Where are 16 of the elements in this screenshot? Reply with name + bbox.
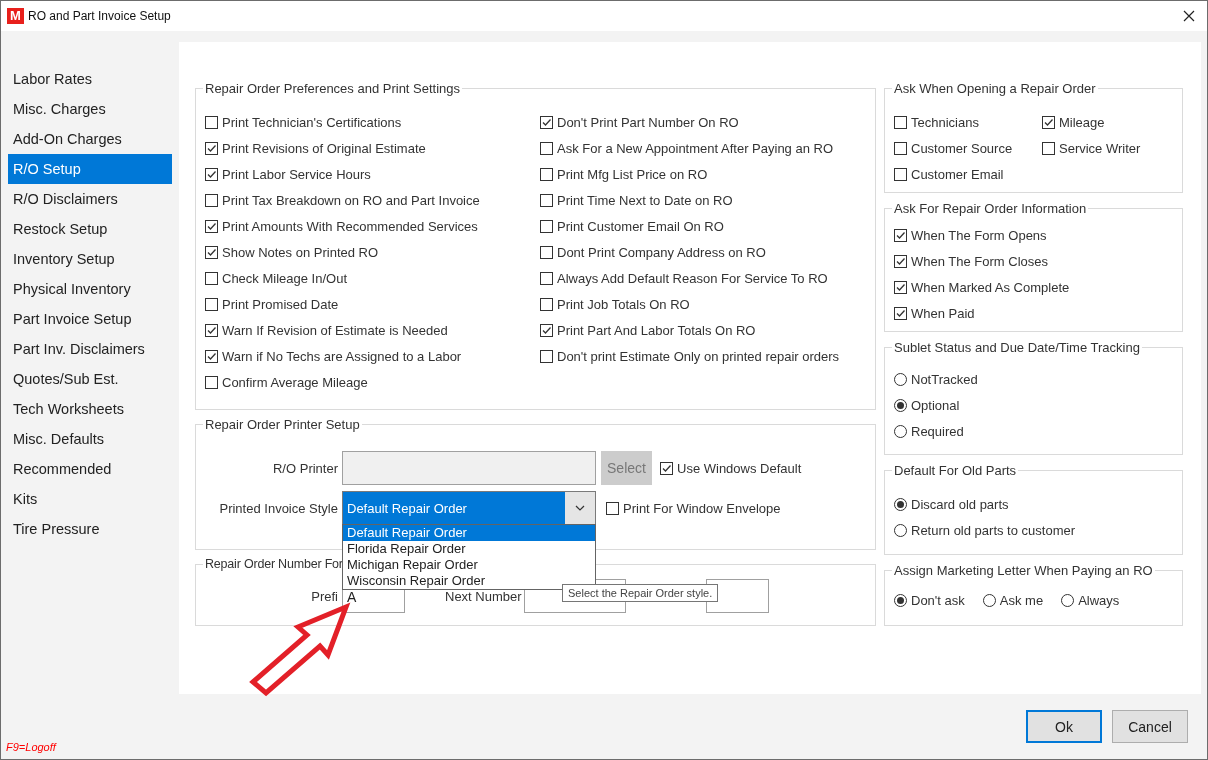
window-title: RO and Part Invoice Setup <box>28 9 171 23</box>
group-title: Sublet Status and Due Date/Time Tracking <box>893 340 1141 355</box>
field-label: Next Number <box>445 588 523 604</box>
group-title: Default For Old Parts <box>893 463 1018 478</box>
tooltip: Select the Repair Order style. <box>562 584 719 602</box>
app-logo: M <box>7 8 24 24</box>
logoff-hint: F9=Logoff <box>6 741 56 753</box>
field-label: Printed Invoice Style <box>219 500 338 516</box>
group-title: Ask When Opening a Repair Order <box>893 81 1097 96</box>
group-title: Repair Order Printer Setup <box>204 417 361 432</box>
group-title: Repair Order Preferences and Print Settings <box>204 81 462 96</box>
group-title: Assign Marketing Letter When Paying an RO <box>893 563 1154 578</box>
group-title: Ask For Repair Order Information <box>893 201 1088 216</box>
field-label: Prefi <box>311 588 338 604</box>
field-label: R/O Printer <box>273 460 338 476</box>
group-title: Repair Order Number For <box>204 557 344 572</box>
